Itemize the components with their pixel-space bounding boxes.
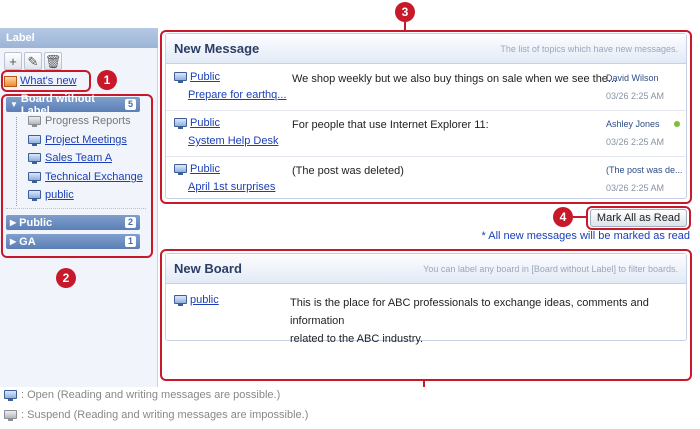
tree-item[interactable]: Technical Exchange <box>28 171 143 183</box>
label-name: Board without Label <box>20 92 95 117</box>
tree-item-label[interactable]: public <box>45 189 74 201</box>
label-ga[interactable]: ▶ GA 1 <box>6 234 140 249</box>
callout-line <box>404 22 406 30</box>
label-count: 5 <box>124 99 136 110</box>
chevron-right-icon: ▶ <box>10 218 17 227</box>
tree-item-label[interactable]: Project Meetings <box>45 134 127 146</box>
board-icon <box>28 171 41 183</box>
chevron-right-icon: ▶ <box>10 237 17 246</box>
callout-box-5 <box>160 249 692 381</box>
label-public[interactable]: ▶ Public 2 <box>6 215 140 230</box>
mark-all-note: * All new messages will be marked as rea… <box>481 230 690 242</box>
legend-open-text: : Open (Reading and writing messages are… <box>21 389 281 401</box>
board-suspend-icon <box>4 409 17 421</box>
callout-2: 2 <box>56 268 76 288</box>
label-name: Public <box>19 216 53 229</box>
sidebar-header: Label <box>0 28 158 48</box>
label-count: 2 <box>124 217 136 228</box>
callout-1: 1 <box>97 70 117 90</box>
callout-4: 4 <box>553 207 573 227</box>
board-icon <box>28 115 41 127</box>
board-open-icon <box>4 389 17 401</box>
plus-icon[interactable]: + <box>4 52 22 70</box>
callout-3: 3 <box>395 2 415 22</box>
tree-item-label[interactable]: Sales Team A <box>45 152 112 164</box>
tree-item-label: Progress Reports <box>45 115 131 127</box>
legend-open: : Open (Reading and writing messages are… <box>4 389 280 401</box>
tree-item[interactable]: Progress Reports <box>28 115 131 127</box>
label-board-without-label[interactable]: ▼ Board without Label 5 <box>6 93 140 117</box>
tree-item[interactable]: Project Meetings <box>28 134 127 146</box>
divider <box>6 208 146 209</box>
label-name: GA <box>19 235 36 248</box>
trash-icon[interactable]: 🗑 <box>44 52 62 70</box>
legend: : Open (Reading and writing messages are… <box>0 387 700 429</box>
tree-item-label[interactable]: Technical Exchange <box>45 171 143 183</box>
pencil-icon[interactable]: ✎ <box>24 52 42 70</box>
board-icon <box>28 152 41 164</box>
tree-item[interactable]: public <box>28 189 74 201</box>
label-count: 1 <box>124 236 136 247</box>
callout-box-3 <box>160 30 692 204</box>
board-icon <box>28 134 41 146</box>
legend-suspend-text: : Suspend (Reading and writing messages … <box>21 409 309 421</box>
callout-line <box>573 216 586 218</box>
tree-line <box>16 117 17 206</box>
callout-box-1 <box>1 70 91 92</box>
board-icon <box>28 189 41 201</box>
callout-box-4 <box>586 206 691 230</box>
tree-item[interactable]: Sales Team A <box>28 152 112 164</box>
chevron-down-icon: ▼ <box>10 100 18 109</box>
label-toolbar: + ✎ 🗑 <box>4 52 62 72</box>
legend-suspend: : Suspend (Reading and writing messages … <box>4 409 308 421</box>
